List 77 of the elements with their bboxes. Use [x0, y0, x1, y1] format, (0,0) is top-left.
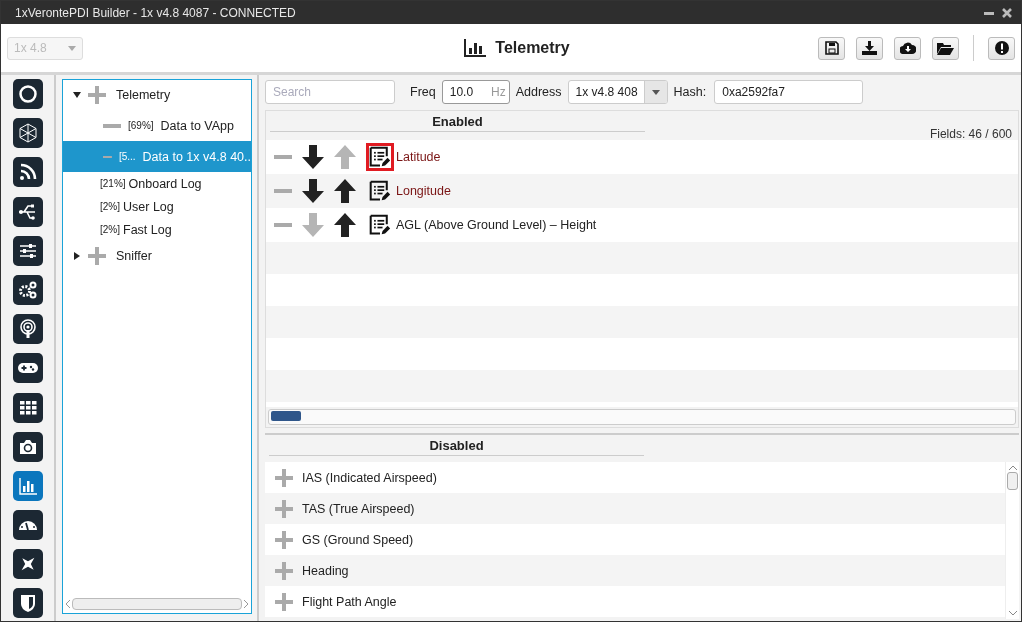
sidebar-nav-icon[interactable] — [12, 157, 43, 188]
tree-item[interactable]: Telemetry — [116, 88, 171, 102]
freq-label: Freq — [410, 85, 436, 99]
tree-item-label: Data to VApp — [160, 118, 234, 133]
tree-item-row[interactable]: [2%] Fast Log — [63, 218, 251, 241]
field-name: AGL (Above Ground Level) – Height — [396, 218, 597, 232]
edit-list-icon[interactable] — [366, 143, 394, 171]
sidebar-nav-icon[interactable] — [12, 274, 43, 305]
scroll-right-icon[interactable] — [244, 600, 249, 608]
sidebar-nav-icon[interactable] — [12, 392, 43, 423]
hash-label: Hash: — [673, 85, 707, 99]
sidebar-nav-icon[interactable] — [12, 79, 43, 109]
hash-field[interactable]: 0xa2592fa7 — [714, 80, 864, 104]
cloud-download-button[interactable] — [894, 36, 921, 60]
caret-icon — [651, 89, 660, 95]
collapsed-arrow-icon[interactable] — [73, 252, 81, 260]
sidebar-nav-icon[interactable] — [12, 118, 43, 149]
up-arrow-icon[interactable] — [334, 213, 356, 237]
field-name: TAS (True Airspeed) — [302, 501, 415, 516]
percent-label: [69%] — [128, 120, 154, 131]
sidebar-nav-icon[interactable] — [12, 314, 43, 345]
field-name: IAS (Indicated Airspeed) — [302, 470, 437, 485]
close-icon[interactable] — [1001, 6, 1013, 19]
field-name: Flight Path Angle — [302, 594, 397, 609]
address-dropdown[interactable]: 1x v4.8 408 — [567, 80, 668, 104]
sidebar-nav-icon[interactable] — [12, 588, 43, 619]
sidebar-nav-icon[interactable] — [12, 549, 43, 580]
sidebar-nav-icon[interactable] — [12, 510, 43, 541]
tree-item-label: Fast Log — [123, 222, 172, 237]
plus-icon — [88, 86, 106, 104]
tree-item-row[interactable]: [2%] User Log — [63, 195, 251, 218]
scroll-left-icon[interactable] — [65, 600, 70, 608]
page-title: Telemetry — [495, 39, 570, 57]
section-title: Enabled — [270, 114, 645, 132]
caret-icon — [68, 45, 76, 51]
save-icon — [824, 41, 839, 55]
search-field[interactable]: Search — [265, 80, 395, 104]
down-arrow-icon[interactable] — [302, 145, 324, 169]
percent-label: [2%] — [100, 201, 120, 212]
tree-item[interactable]: Sniffer — [116, 249, 152, 263]
horizontal-scrollbar[interactable] — [268, 409, 1016, 425]
percent-label: [21%] — [100, 178, 126, 189]
tree-item-row[interactable]: [69%] Data to VApp — [63, 110, 251, 141]
sidebar-nav-icon[interactable] — [12, 431, 43, 462]
down-arrow-icon[interactable] — [302, 179, 324, 203]
field-name: GS (Ground Speed) — [302, 532, 414, 547]
horizontal-scrollbar[interactable] — [65, 597, 249, 611]
expanded-arrow-icon[interactable] — [73, 91, 81, 99]
field-name: Heading — [302, 563, 349, 578]
plus-icon — [88, 247, 106, 265]
up-arrow-icon[interactable] — [334, 179, 356, 203]
tree-item-row[interactable]: [21%] Onboard Log — [63, 172, 251, 195]
percent-label: [5... — [118, 151, 136, 162]
window-title: 1xVerontePDI Builder - 1x v4.8 4087 - CONNECTED — [15, 5, 296, 20]
field-name: Latitude — [396, 150, 441, 164]
freq-field[interactable]: 10.0 Hz — [441, 80, 510, 104]
tree-item-label: Data to 1x v4.8 40.. — [142, 149, 251, 164]
download-icon — [862, 41, 877, 55]
sidebar-nav-icon[interactable] — [12, 196, 43, 227]
field-name: Longitude — [396, 184, 451, 198]
tree-item-label: Onboard Log — [128, 176, 202, 191]
cloud-download-icon — [899, 42, 916, 54]
section-title: Disabled — [269, 438, 644, 456]
minus-icon — [103, 123, 121, 128]
open-folder-button[interactable] — [932, 36, 959, 60]
tree-item-label: User Log — [123, 199, 174, 214]
percent-label: [2%] — [100, 224, 120, 235]
sidebar-nav-icon[interactable] — [12, 235, 43, 266]
save-button[interactable] — [818, 36, 845, 60]
bar-chart-icon — [464, 39, 487, 57]
address-label: Address — [515, 85, 562, 99]
fields-count: Fields: 46 / 600 — [929, 127, 1012, 141]
alert-button[interactable] — [988, 36, 1015, 60]
exclamation-icon — [994, 41, 1009, 55]
sidebar-nav-icon[interactable] — [12, 353, 43, 384]
folder-icon — [937, 41, 954, 55]
download-button[interactable] — [856, 36, 883, 60]
